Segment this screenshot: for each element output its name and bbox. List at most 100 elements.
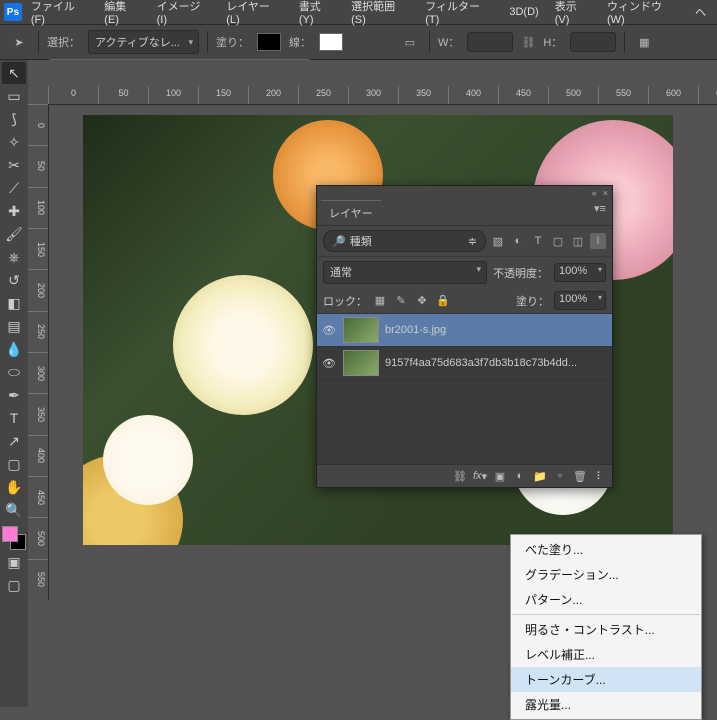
path-align-icon[interactable]: ▦ — [633, 31, 655, 53]
context-menu-item[interactable]: レベル補正... — [511, 642, 701, 667]
fill-label: 塗り： — [516, 293, 549, 309]
layers-tab[interactable]: レイヤー — [321, 200, 381, 225]
menu-image[interactable]: イメージ(I) — [150, 0, 218, 29]
dodge-tool[interactable]: ⬭ — [2, 361, 26, 383]
collapse-icon[interactable]: « — [592, 188, 597, 198]
context-menu-item[interactable]: トーンカーブ... — [511, 667, 701, 692]
lock-pixels-icon[interactable]: ▦ — [372, 293, 388, 309]
menu-file[interactable]: ファイル(F) — [24, 0, 95, 29]
filter-adjust-icon[interactable]: ◐ — [510, 233, 526, 249]
lock-all-icon[interactable]: 🔒 — [435, 293, 451, 309]
move-tool[interactable]: ↖ — [2, 62, 26, 84]
menu-3d[interactable]: 3D(D) — [502, 3, 545, 21]
fill-swatch[interactable] — [257, 33, 281, 51]
filter-smart-icon[interactable]: ◫ — [570, 233, 586, 249]
screenmode-tool[interactable]: ▢ — [2, 574, 26, 596]
filter-toggle-icon[interactable]: ⏽ — [590, 233, 606, 249]
align-icon[interactable]: ▭ — [399, 31, 421, 53]
menu-help[interactable]: ヘ — [688, 1, 713, 23]
close-icon[interactable]: × — [603, 188, 608, 198]
height-input[interactable] — [570, 32, 616, 52]
layer-thumbnail[interactable] — [343, 317, 379, 343]
pen-tool[interactable]: ✒ — [2, 384, 26, 406]
lock-position-icon[interactable]: ✥ — [414, 293, 430, 309]
zoom-tool[interactable]: 🔍 — [2, 499, 26, 521]
eyedropper-tool[interactable]: ⟋ — [2, 177, 26, 199]
ruler-vertical: 050100150200250300350400450500550 — [28, 104, 49, 600]
hand-tool[interactable]: ✋ — [2, 476, 26, 498]
link-layers-icon[interactable]: ⛓ — [452, 468, 468, 484]
opacity-label: 不透明度： — [493, 265, 548, 281]
layer-row[interactable]: 👁 br2001-s.jpg — [317, 314, 612, 347]
stamp-tool[interactable]: ⎈ — [2, 246, 26, 268]
w-label: W： — [438, 34, 459, 50]
app-logo: Ps — [4, 3, 22, 21]
heal-tool[interactable]: ✚ — [2, 200, 26, 222]
tools-panel: ↖ ▭ ⟆ ✧ ✂ ⟋ ✚ 🖌 ⎈ ↺ ◧ ▤ 💧 ⬭ ✒ T ↗ ▢ ✋ 🔍 … — [0, 60, 28, 707]
type-tool[interactable]: T — [2, 407, 26, 429]
select-dropdown[interactable]: アクティブなレ... — [88, 30, 199, 54]
mask-icon[interactable]: ▣ — [492, 468, 508, 484]
trash-icon[interactable]: 🗑 — [572, 468, 588, 484]
menu-window[interactable]: ウィンドウ(W) — [600, 0, 686, 29]
filter-type-icon[interactable]: T — [530, 233, 546, 249]
blur-tool[interactable]: 💧 — [2, 338, 26, 360]
history-brush-tool[interactable]: ↺ — [2, 269, 26, 291]
menu-select[interactable]: 選択範囲(S) — [344, 0, 416, 29]
wand-tool[interactable]: ✧ — [2, 131, 26, 153]
lock-brush-icon[interactable]: ✎ — [393, 293, 409, 309]
options-bar: ➤ 選択： アクティブなレ... 塗り： 線： ▭ W： ⛓ H： ▦ — [0, 25, 717, 60]
menu-type[interactable]: 書式(Y) — [292, 0, 342, 29]
filter-shape-icon[interactable]: ▢ — [550, 233, 566, 249]
menu-view[interactable]: 表示(V) — [548, 0, 598, 29]
eraser-tool[interactable]: ◧ — [2, 292, 26, 314]
fx-icon[interactable]: fx▾ — [472, 468, 488, 484]
foreground-background-colors[interactable] — [2, 526, 26, 550]
lock-label: ロック： — [323, 293, 367, 309]
brush-tool[interactable]: 🖌 — [2, 223, 26, 245]
layers-list: 👁 br2001-s.jpg 👁 9157f4aa75d683a3f7db3b18c7… — [317, 314, 612, 464]
menu-layer[interactable]: レイヤー(L) — [219, 0, 290, 29]
h-label: H： — [543, 34, 562, 50]
menu-bar: Ps ファイル(F) 編集(E) イメージ(I) レイヤー(L) 書式(Y) 選… — [0, 0, 717, 25]
fill-label: 塗り： — [216, 34, 249, 50]
menu-filter[interactable]: フィルター(T) — [418, 0, 500, 29]
select-label: 選択： — [47, 34, 80, 50]
link-icon[interactable]: ⛓ — [521, 36, 535, 49]
panel-menu-icon[interactable]: ▾≡ — [592, 200, 608, 216]
visibility-icon[interactable]: 👁 — [321, 357, 337, 370]
panel-footer: ⛓ fx▾ ▣ ◐ 📁 ▫ 🗑 ⠇ — [317, 464, 612, 487]
context-menu-item[interactable]: パターン... — [511, 587, 701, 612]
context-menu-item[interactable]: べた塗り... — [511, 537, 701, 562]
menu-edit[interactable]: 編集(E) — [97, 0, 147, 29]
width-input[interactable] — [467, 32, 513, 52]
lasso-tool[interactable]: ⟆ — [2, 108, 26, 130]
layer-thumbnail[interactable] — [343, 350, 379, 376]
crop-tool[interactable]: ✂ — [2, 154, 26, 176]
context-menu-item[interactable]: 明るさ・コントラスト... — [511, 617, 701, 642]
adjustment-layer-icon[interactable]: ◐ — [512, 468, 528, 484]
layer-name: br2001-s.jpg — [385, 324, 608, 336]
blend-mode-select[interactable]: 通常 — [323, 261, 487, 284]
overflow-icon[interactable]: ⠇ — [592, 468, 608, 484]
shape-tool[interactable]: ▢ — [2, 453, 26, 475]
filter-image-icon[interactable]: ▧ — [490, 233, 506, 249]
stroke-swatch[interactable] — [319, 33, 343, 51]
gradient-tool[interactable]: ▤ — [2, 315, 26, 337]
move-tool-icon[interactable]: ➤ — [8, 31, 30, 53]
quickmask-tool[interactable]: ▣ — [2, 551, 26, 573]
opacity-input[interactable]: 100% — [554, 263, 606, 282]
marquee-tool[interactable]: ▭ — [2, 85, 26, 107]
panel-header[interactable]: «× — [317, 186, 612, 200]
layer-row[interactable]: 👁 9157f4aa75d683a3f7db3b18c73b4dd... — [317, 347, 612, 380]
path-tool[interactable]: ↗ — [2, 430, 26, 452]
visibility-icon[interactable]: 👁 — [321, 324, 337, 337]
group-icon[interactable]: 📁 — [532, 468, 548, 484]
ruler-horizontal: 0501001502002503003504004505005506006507… — [48, 86, 717, 105]
layers-panel: «× レイヤー▾≡ 🔎種類≑ ▧ ◐ T ▢ ◫ ⏽ 通常 不透明度： 100%… — [316, 185, 613, 488]
fill-input[interactable]: 100% — [554, 291, 606, 310]
new-layer-icon[interactable]: ▫ — [552, 468, 568, 484]
context-menu-item[interactable]: グラデーション... — [511, 562, 701, 587]
layer-name: 9157f4aa75d683a3f7db3b18c73b4dd... — [385, 357, 608, 369]
layer-filter-search[interactable]: 🔎種類≑ — [323, 230, 486, 252]
